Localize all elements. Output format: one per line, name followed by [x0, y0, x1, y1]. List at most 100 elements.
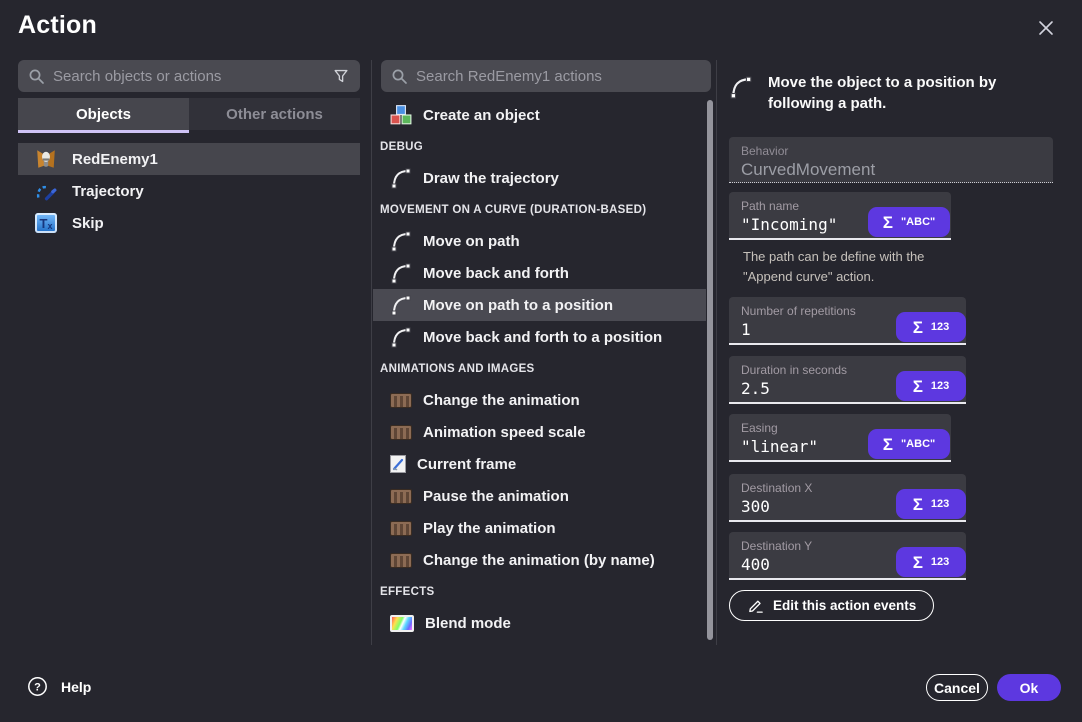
action-row-pause-animation[interactable]: Pause the animation	[373, 480, 706, 512]
expression-editor-button[interactable]: Σ 123	[896, 371, 966, 401]
tab-objects-label: Objects	[76, 106, 131, 123]
sigma-icon: Σ	[913, 554, 923, 571]
expression-editor-button[interactable]: Σ "ABC"	[868, 207, 950, 237]
path-name-field-group: Path name "Incoming" Σ "ABC"	[729, 192, 951, 240]
helper-line: "Append curve" action.	[743, 267, 1003, 287]
objects-tabbar: Objects Other actions	[18, 98, 360, 130]
trajectory-icon	[35, 180, 57, 202]
duration-field-group: Duration in seconds 2.5 Σ 123	[729, 356, 966, 404]
sigma-icon: Σ	[913, 496, 923, 513]
objects-search-input[interactable]	[53, 68, 324, 85]
object-label: RedEnemy1	[72, 151, 158, 168]
section-header-animations: ANIMATIONS AND IMAGES	[373, 353, 706, 384]
expression-type-label: "ABC"	[901, 438, 935, 450]
action-row-move-on-path[interactable]: Move on path	[373, 225, 706, 257]
expression-type-label: 123	[931, 498, 949, 510]
object-label: Skip	[72, 215, 104, 232]
cancel-button[interactable]: Cancel	[926, 674, 988, 701]
action-label: Move back and forth to a position	[423, 329, 662, 346]
action-label: Play the animation	[423, 520, 556, 537]
cancel-label: Cancel	[934, 680, 980, 696]
actions-search-input[interactable]	[416, 68, 701, 85]
actions-scrollbar[interactable]	[707, 100, 713, 640]
action-row-play-animation[interactable]: Play the animation	[373, 512, 706, 544]
action-row-draw-trajectory[interactable]: Draw the trajectory	[373, 162, 706, 194]
helper-line: The path can be define with the	[743, 247, 1003, 267]
filter-icon[interactable]	[332, 67, 350, 85]
sigma-icon: Σ	[883, 436, 893, 453]
curve-icon	[390, 326, 412, 348]
help-button[interactable]: ? Help	[27, 676, 91, 697]
action-label: Move on path	[423, 233, 520, 250]
repetitions-field-group: Number of repetitions 1 Σ 123	[729, 297, 966, 345]
edit-action-events-label: Edit this action events	[773, 598, 916, 613]
blend-icon	[390, 615, 414, 632]
curve-icon	[390, 230, 412, 252]
object-row-skip[interactable]: Tx Skip	[18, 207, 360, 239]
action-row-create-object[interactable]: Create an object	[373, 99, 706, 131]
object-label: Trajectory	[72, 183, 144, 200]
actions-search-box[interactable]	[381, 60, 711, 92]
action-row-current-frame[interactable]: Current frame	[373, 448, 706, 480]
action-row-change-animation[interactable]: Change the animation	[373, 384, 706, 416]
action-row-move-on-path-to-position[interactable]: Move on path to a position	[373, 289, 706, 321]
expression-editor-button[interactable]: Σ 123	[896, 312, 966, 342]
destination-y-field-group: Destination Y 400 Σ 123	[729, 532, 966, 580]
field-value: CurvedMovement	[741, 160, 1041, 180]
pencil-icon	[747, 597, 764, 614]
expression-editor-button[interactable]: Σ "ABC"	[868, 429, 950, 459]
field-label: Behavior	[741, 144, 1041, 158]
tab-other-actions-label: Other actions	[226, 106, 323, 123]
panel-divider	[716, 60, 717, 645]
action-label: Move back and forth	[423, 265, 569, 282]
expression-editor-button[interactable]: Σ 123	[896, 547, 966, 577]
action-row-animation-speed-scale[interactable]: Animation speed scale	[373, 416, 706, 448]
section-header-movement-curve: MOVEMENT ON A CURVE (DURATION-BASED)	[373, 194, 706, 225]
sigma-icon: Σ	[883, 214, 893, 231]
curve-icon	[390, 167, 412, 189]
destination-x-field-group: Destination X 300 Σ 123	[729, 474, 966, 522]
object-row-trajectory[interactable]: Trajectory	[18, 175, 360, 207]
action-row-move-back-forth[interactable]: Move back and forth	[373, 257, 706, 289]
curve-icon	[390, 294, 412, 316]
section-header-effects: EFFECTS	[373, 576, 706, 607]
edit-action-events-button[interactable]: Edit this action events	[729, 590, 934, 621]
objects-search-box[interactable]	[18, 60, 360, 92]
ok-button[interactable]: Ok	[997, 674, 1061, 701]
active-tab-indicator	[18, 130, 189, 133]
action-description: Move the object to a position by followi…	[729, 72, 1052, 114]
action-label: Move on path to a position	[423, 297, 613, 314]
expression-type-label: "ABC"	[901, 216, 935, 228]
film-icon	[390, 393, 412, 408]
tab-other-actions[interactable]: Other actions	[189, 98, 360, 130]
action-row-blend-mode[interactable]: Blend mode	[373, 607, 706, 639]
action-label: Blend mode	[425, 615, 511, 632]
path-helper-text: The path can be define with the "Append …	[743, 247, 1003, 287]
action-row-change-animation-by-name[interactable]: Change the animation (by name)	[373, 544, 706, 576]
action-label: Draw the trajectory	[423, 170, 559, 187]
curve-icon	[729, 75, 753, 99]
search-icon	[391, 68, 408, 85]
film-icon	[390, 489, 412, 504]
film-icon	[390, 521, 412, 536]
frame-icon	[390, 455, 406, 473]
expression-type-label: 123	[931, 380, 949, 392]
action-label: Create an object	[423, 107, 540, 124]
search-icon	[28, 68, 45, 85]
action-row-move-back-forth-to-position[interactable]: Move back and forth to a position	[373, 321, 706, 353]
help-icon: ?	[27, 676, 48, 697]
section-header-debug: DEBUG	[373, 131, 706, 162]
objects-list: RedEnemy1 Trajectory Tx Skip	[18, 143, 360, 239]
sigma-icon: Σ	[913, 378, 923, 395]
action-label: Current frame	[417, 456, 516, 473]
action-label: Animation speed scale	[423, 424, 586, 441]
cubes-icon	[390, 104, 412, 126]
expression-editor-button[interactable]: Σ 123	[896, 489, 966, 519]
expression-type-label: 123	[931, 321, 949, 333]
curve-icon	[390, 262, 412, 284]
tab-objects[interactable]: Objects	[18, 98, 189, 130]
action-parameters-panel: Move the object to a position by followi…	[729, 0, 1053, 722]
expression-type-label: 123	[931, 556, 949, 568]
text-object-icon: Tx	[35, 213, 57, 233]
object-row-redenemy1[interactable]: RedEnemy1	[18, 143, 360, 175]
